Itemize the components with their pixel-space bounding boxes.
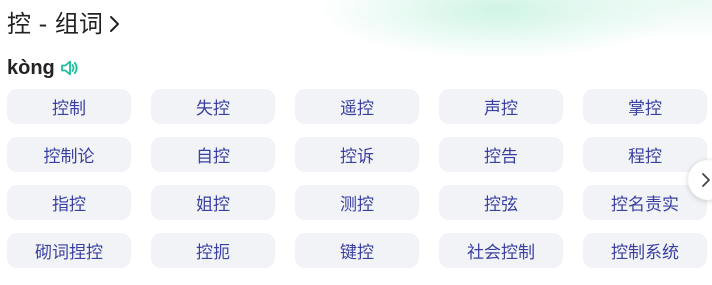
word-chip[interactable]: 测控	[295, 185, 419, 220]
word-chip[interactable]: 控制	[7, 89, 131, 124]
word-chip[interactable]: 砌词捏控	[7, 233, 131, 268]
word-chip[interactable]: 指控	[7, 185, 131, 220]
word-chip[interactable]: 控扼	[151, 233, 275, 268]
chevron-right-icon	[109, 16, 119, 32]
page-title: 控 - 组词	[7, 10, 103, 38]
word-chip[interactable]: 社会控制	[439, 233, 563, 268]
word-group-header-link[interactable]: 控 - 组词	[7, 9, 121, 39]
pinyin-row: kòng	[7, 55, 79, 81]
speaker-icon[interactable]	[59, 58, 79, 78]
word-chip[interactable]: 姐控	[151, 185, 275, 220]
chevron-right-icon	[702, 173, 710, 187]
word-chip[interactable]: 遥控	[295, 89, 419, 124]
pinyin-text: kòng	[7, 56, 55, 79]
word-chip[interactable]: 键控	[295, 233, 419, 268]
word-chip[interactable]: 自控	[151, 137, 275, 172]
word-chip[interactable]: 声控	[439, 89, 563, 124]
word-chip[interactable]: 失控	[151, 89, 275, 124]
word-chip-grid: 控制 失控 遥控 声控 掌控 控制论 自控 控诉 控告 程控 指控 姐控 测控 …	[7, 89, 707, 268]
word-chip[interactable]: 控制系统	[583, 233, 707, 268]
word-chip[interactable]: 控制论	[7, 137, 131, 172]
word-chip[interactable]: 控名责实	[583, 185, 707, 220]
word-chip[interactable]: 控告	[439, 137, 563, 172]
word-chip[interactable]: 控诉	[295, 137, 419, 172]
word-chip[interactable]: 掌控	[583, 89, 707, 124]
word-chip[interactable]: 控弦	[439, 185, 563, 220]
word-chip[interactable]: 程控	[583, 137, 707, 172]
